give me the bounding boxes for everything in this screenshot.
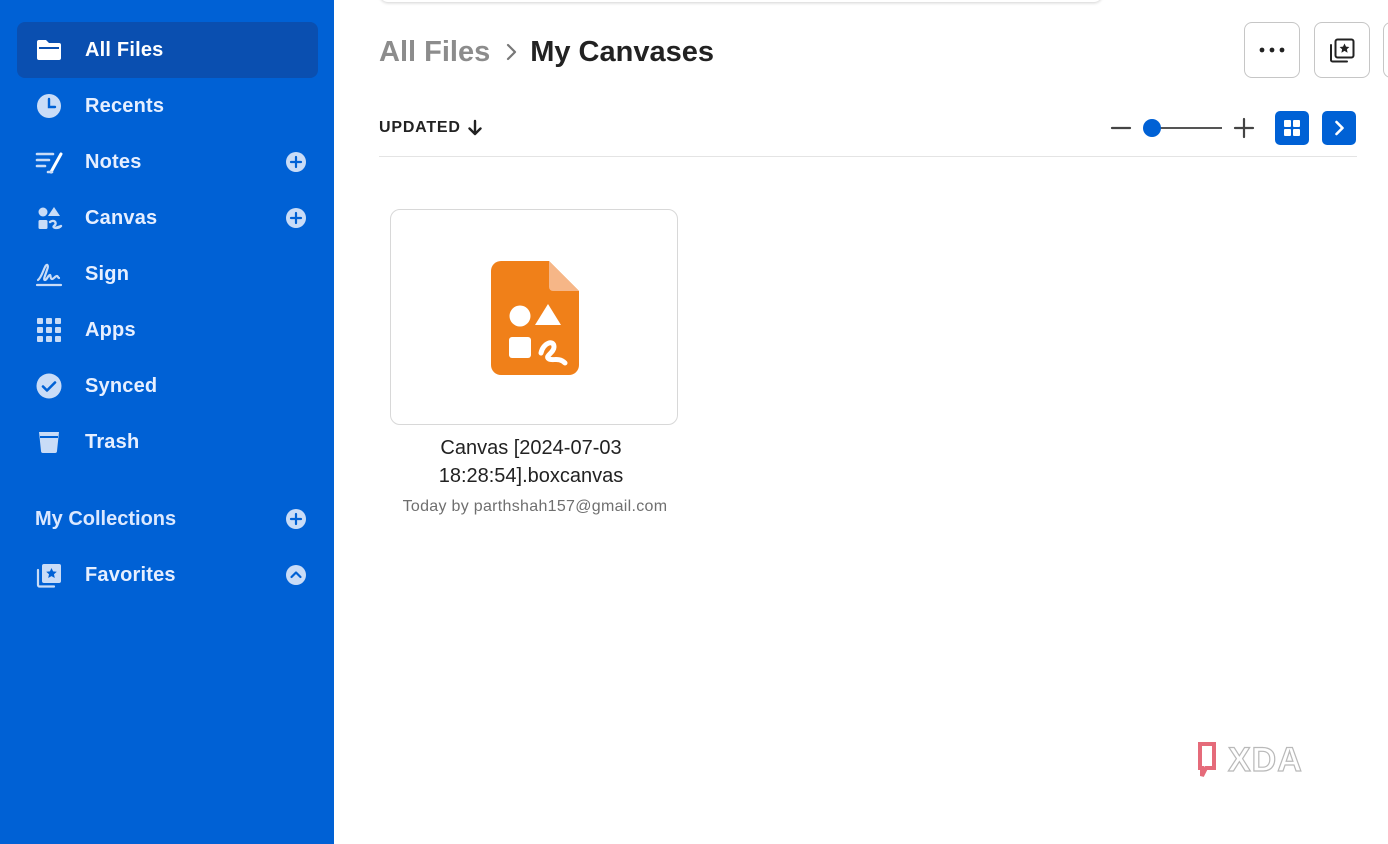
favorites-star-icon [35, 561, 63, 589]
apps-grid-icon [35, 316, 63, 344]
sort-label: UPDATED [379, 119, 461, 136]
trash-icon [35, 428, 63, 456]
sidebar-item-synced[interactable]: Synced [17, 358, 318, 414]
cutoff-button[interactable] [1383, 22, 1388, 78]
favorites-star-icon [1330, 38, 1355, 63]
clock-icon [35, 92, 63, 120]
notes-icon [35, 148, 63, 176]
add-note-icon[interactable] [285, 151, 307, 173]
add-to-favorites-button[interactable] [1314, 22, 1370, 78]
page-title: My Canvases [530, 35, 714, 68]
sidebar-item-label: Synced [85, 375, 158, 397]
search-bar-edge [380, 0, 1102, 2]
sidebar-item-label: Trash [85, 431, 140, 453]
folder-icon [35, 36, 63, 64]
ellipsis-icon [1259, 47, 1285, 53]
grid-view-icon [1284, 120, 1300, 136]
sidebar-item-label: Notes [85, 151, 142, 173]
sidebar-item-trash[interactable]: Trash [17, 414, 318, 470]
sidebar-item-recents[interactable]: Recents [17, 78, 318, 134]
add-canvas-icon[interactable] [285, 207, 307, 229]
file-meta: Today by parthshah157@gmail.com [402, 498, 668, 515]
signature-icon [35, 260, 63, 288]
canvas-icon [35, 204, 63, 232]
sidebar-item-label: All Files [85, 39, 164, 61]
sidebar-item-favorites[interactable]: Favorites [17, 547, 318, 603]
sidebar-item-label: Canvas [85, 207, 158, 229]
sidebar-item-apps[interactable]: Apps [17, 302, 318, 358]
toolbar-divider [379, 156, 1357, 157]
zoom-in-icon[interactable] [1233, 117, 1255, 139]
breadcrumb-root-link[interactable]: All Files [379, 36, 490, 69]
sidebar-item-all-files[interactable]: All Files [17, 22, 318, 78]
file-card[interactable] [390, 209, 678, 425]
more-options-button[interactable] [1244, 22, 1300, 78]
check-circle-icon [35, 372, 63, 400]
zoom-out-icon[interactable] [1110, 117, 1132, 139]
arrow-down-icon [468, 119, 482, 136]
sidebar-item-notes[interactable]: Notes [17, 134, 318, 190]
chevron-right-icon [507, 43, 517, 61]
add-collection-icon[interactable] [285, 508, 307, 530]
sidebar-item-label: Recents [85, 95, 165, 117]
zoom-slider-thumb[interactable] [1143, 119, 1161, 137]
grid-view-button[interactable] [1275, 111, 1309, 145]
sidebar-item-sign[interactable]: Sign [17, 246, 318, 302]
sidebar-item-label: Apps [85, 319, 136, 341]
my-collections-heading: My Collections [35, 508, 177, 530]
sidebar-item-canvas[interactable]: Canvas [17, 190, 318, 246]
open-sidebar-button[interactable] [1322, 111, 1356, 145]
chevron-right-icon [1335, 120, 1344, 136]
watermark-text: XDA [1228, 741, 1303, 779]
sort-control[interactable]: UPDATED [379, 115, 483, 141]
canvas-file-icon [491, 261, 579, 375]
breadcrumb: All Files My Canvases [379, 30, 714, 74]
collapse-favorites-icon[interactable] [285, 564, 307, 586]
file-name[interactable]: Canvas [2024-07-03 18:28:54].boxcanvas [378, 434, 684, 490]
sidebar: All Files Recents Notes Canvas Sign Apps… [0, 0, 334, 844]
sidebar-item-label: Sign [85, 263, 130, 285]
xda-logo: XDA [1198, 740, 1303, 780]
sidebar-item-label: Favorites [85, 564, 176, 586]
